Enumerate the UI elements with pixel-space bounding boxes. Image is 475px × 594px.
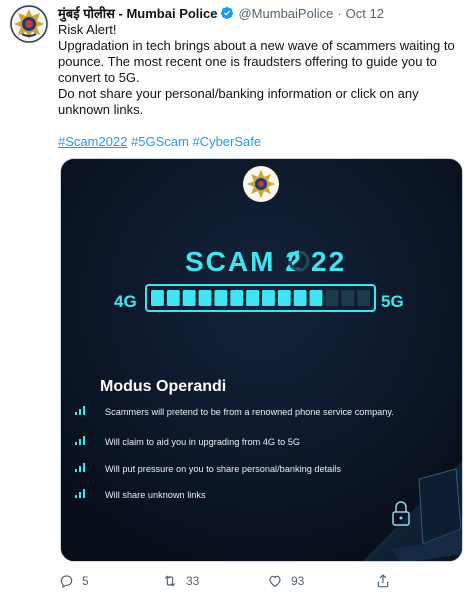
bullet-text: Will claim to aid you in upgrading from …: [105, 437, 300, 447]
retweet-count: 33: [186, 574, 200, 588]
tweet-text-line: Do not share your personal/banking infor…: [58, 86, 419, 117]
author-handle[interactable]: @MumbaiPolice: [238, 6, 333, 21]
retweet-button[interactable]: 33: [162, 573, 199, 589]
tweet-text: Risk Alert! Upgradation in tech brings a…: [58, 22, 463, 118]
progress-segment-filled: [309, 290, 323, 306]
progress-segment-filled: [262, 290, 275, 306]
share-button[interactable]: [375, 573, 391, 589]
progress-segment-filled: [182, 290, 196, 306]
image-title-prefix: SCAM 2: [185, 246, 303, 277]
tweet-text-line: Risk Alert!: [58, 22, 117, 37]
label-5g: 5G: [381, 292, 404, 311]
reply-button[interactable]: 5: [58, 573, 89, 589]
police-emblem-icon: [10, 5, 48, 43]
bullet-item: Will claim to aid you in upgrading from …: [75, 436, 300, 447]
police-emblem-icon: [243, 166, 279, 202]
hashtag-link[interactable]: #5GScam: [131, 134, 189, 149]
scam-infographic: SCAM 2 22 4G 5G Modus Operandi Scammers …: [61, 159, 462, 561]
progress-segment-filled: [214, 290, 228, 306]
reply-icon: [60, 575, 73, 589]
progress-segment-filled: [277, 290, 291, 306]
hashtag-link[interactable]: #CyberSafe: [192, 134, 261, 149]
hashtag-link[interactable]: #Scam2022: [58, 134, 127, 149]
tweet-image[interactable]: SCAM 2 22 4G 5G Modus Operandi Scammers …: [60, 158, 463, 562]
separator-dot: ·: [337, 5, 342, 21]
image-title-suffix: 22: [311, 246, 346, 277]
reply-count: 5: [82, 574, 89, 588]
bullet-item: Scammers will pretend to be from a renow…: [75, 406, 394, 417]
modus-operandi-heading: Modus Operandi: [100, 378, 226, 395]
progress-segment-filled: [246, 290, 259, 306]
progress-segment-filled: [293, 290, 307, 306]
progress-segment-empty: [325, 290, 339, 306]
bullet-text: Will put pressure on you to share person…: [105, 464, 341, 474]
tweet-text-line: Upgradation in tech brings about a new w…: [58, 38, 455, 85]
share-icon: [377, 574, 389, 588]
tweet-header: मुंबई पोलीस - Mumbai Police @MumbaiPolic…: [58, 4, 384, 22]
author-name[interactable]: मुंबई पोलीस - Mumbai Police: [58, 4, 217, 22]
bullet-item: Will put pressure on you to share person…: [75, 463, 341, 474]
tweet-date[interactable]: Oct 12: [346, 6, 384, 21]
progress-segment-filled: [151, 290, 164, 306]
bullet-text: Will share unknown links: [105, 490, 206, 500]
progress-segment-filled: [230, 290, 244, 306]
avatar[interactable]: [9, 4, 49, 44]
verified-badge-icon: [221, 6, 234, 20]
progress-segment-empty: [341, 290, 355, 306]
retweet-icon: [164, 575, 176, 587]
label-4g: 4G: [114, 292, 137, 311]
hashtags: #Scam2022 #5GScam #CyberSafe: [58, 134, 261, 150]
heart-icon: [269, 575, 281, 588]
like-button[interactable]: 93: [267, 573, 304, 589]
tweet-actions: 5 33 93: [58, 572, 438, 590]
bullet-text: Scammers will pretend to be from a renow…: [105, 407, 394, 417]
progress-segment-empty: [357, 290, 370, 306]
progress-segment-filled: [198, 290, 212, 306]
like-count: 93: [291, 574, 305, 588]
tweet[interactable]: मुंबई पोलीस - Mumbai Police @MumbaiPolic…: [0, 0, 475, 594]
progress-segment-filled: [166, 290, 180, 306]
